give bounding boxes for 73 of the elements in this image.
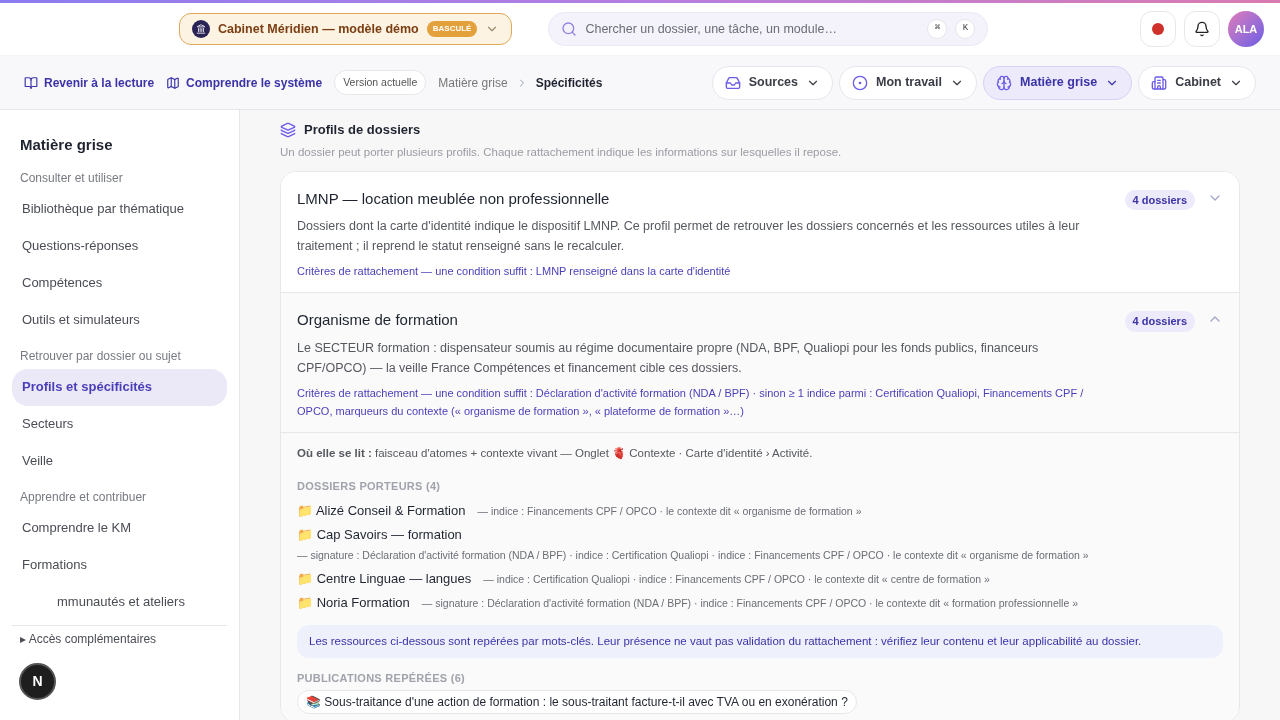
notice-banner: Les ressources ci-dessous sont repérées par mots-clés. Leur présence ne vaut pas validation du rattachement : vérifiez leur contenu et leur applicabilité au dossier. xyxy=(297,624,1223,658)
building-icon xyxy=(1151,74,1168,91)
publication-chip[interactable]: 📚 Sous-traitance d'une action de formation : le sous-traitant facture-t-il avec TVA ou en exonération ? xyxy=(297,690,857,715)
group-label: Consulter et utiliser xyxy=(19,169,124,187)
criteria-text: Critères de rattachement — une condition suffit : Déclaration d'activité formation (NDA / BPF) · sinon ≥ 1 indice parmi : Certification Qualiopi, Financements CPF / OPCO, marqueurs du contexte (« organisme de formation », « plateforme de formation »…) xyxy=(297,385,1085,419)
section-subtitle: Un dossier peut porter plusieurs profils. Chaque rattachement indique les informations sur lesquelles il repose. xyxy=(280,144,843,160)
menu-button[interactable]: Sources xyxy=(711,65,834,100)
map-icon xyxy=(166,75,181,90)
group-label: Apprendre et contribuer xyxy=(19,488,148,506)
sidebar-item[interactable]: Bibliothèque par thématique xyxy=(12,190,227,228)
dossier-detail: — signature : Déclaration d'activité formation (NDA / BPF) · indice : Financements CPF / OPCO · le contexte dit « formation professionnelle » xyxy=(421,595,1079,611)
sidebar-item[interactable]: ▸ Accès complémentaires xyxy=(12,629,227,648)
workspace-switcher[interactable]: Cabinet Méridien — modèle démo BASCULÉ xyxy=(179,13,513,45)
book-icon xyxy=(24,75,38,90)
sidebar-item[interactable]: Veille xyxy=(12,442,227,480)
search-input[interactable]: Chercher un dossier, une tâche, un module… xyxy=(585,19,920,39)
count-badge: 4 dossiers xyxy=(1124,311,1195,332)
sidebar-item[interactable]: Secteurs xyxy=(12,405,227,443)
layers-icon xyxy=(280,121,296,138)
profile-description: Dossiers dont la carte d'identité indique le dispositif LMNP. Ce profil permet de retrouver les dossiers concernés et les ressources utiles à leur traitement ; il reprend le statut renseigné sans le recalculer. xyxy=(297,218,1081,256)
dossier-name[interactable]: 📁 Cap Savoirs — formation xyxy=(297,524,462,545)
inbox-icon xyxy=(724,74,741,91)
breadcrumb-item[interactable]: Matière grise xyxy=(438,73,508,92)
section-label: DOSSIERS PORTEURS (4) xyxy=(297,479,442,494)
dossier-row[interactable]: 📁 Centre Linguae — langues — indice : Certification Qualiopi · indice : Financements CPF / OPCO · le contexte dit « centre de formation » xyxy=(297,568,1223,589)
dossier-name[interactable]: 📁 Noria Formation xyxy=(297,592,410,613)
sidebar-item[interactable]: Comprendre le KM xyxy=(12,509,227,547)
bell-icon xyxy=(1194,21,1210,37)
profile-card[interactable] xyxy=(281,171,1239,294)
profile-title: Organisme de formation xyxy=(297,310,459,331)
target-icon xyxy=(852,74,869,91)
count-badge: 4 dossiers xyxy=(1124,189,1195,211)
notifications-button[interactable] xyxy=(1184,11,1220,47)
user-avatar[interactable]: ALA xyxy=(1228,11,1264,47)
dossier-detail: — indice : Certification Qualiopi · indice : Financements CPF / OPCO · le contexte dit « centre de formation » xyxy=(483,571,990,587)
sidebar-item[interactable]: mmunautés et ateliers xyxy=(12,583,227,621)
sidebar-item[interactable]: Questions-réponses xyxy=(12,227,227,265)
menu-button[interactable]: Matière grise xyxy=(983,65,1133,100)
reading-text: Où elle se lit : faisceau d'atomes + contexte vivant — Onglet 🫀 Contexte · Carte d'identité › Activité. xyxy=(297,445,814,461)
group-label: Retrouver par dossier ou sujet xyxy=(19,347,182,365)
dossier-row[interactable]: 📁 Alizé Conseil & Formation — indice : Financements CPF / OPCO · le contexte dit « organisme de formation » xyxy=(297,500,1223,521)
search-icon xyxy=(561,21,578,37)
menu-button[interactable]: Mon travail xyxy=(839,65,978,100)
profile-description: Le SECTEUR formation : dispensateur soumis au régime documentaire propre (NDA, BPF, Qualiopi pour les fonds publics, financeurs CPF/OPCO) — la veille France Compétences et financement cible ces dossiers. xyxy=(297,339,1040,377)
shortcut-key: K xyxy=(955,19,976,39)
status-badge: BASCULÉ xyxy=(426,21,478,37)
dossier-name[interactable]: 📁 Centre Linguae — langues xyxy=(297,568,472,589)
workspace-name: Cabinet Méridien — modèle démo xyxy=(218,20,419,38)
sidebar-item[interactable]: Formations xyxy=(12,546,227,584)
section-title: Profils de dossiers xyxy=(304,121,421,139)
search-field[interactable]: Chercher un dossier, une tâche, un module… ⌘ K xyxy=(548,12,989,46)
breadcrumb-item: Spécificités xyxy=(535,74,603,92)
dossier-detail: — signature : Déclaration d'activité formation (NDA / BPF) · indice : Certification Qualiopi · indice : Financements CPF / OPCO · le contexte dit « organisme de formation » xyxy=(297,547,1089,563)
record-button[interactable] xyxy=(1140,11,1176,47)
sidebar-item[interactable]: Compétences xyxy=(12,264,227,302)
version-pill: Version actuelle xyxy=(334,69,427,96)
menu-button[interactable]: Cabinet xyxy=(1138,65,1256,100)
sidebar-title: Matière grise xyxy=(19,135,114,155)
sidebar-item[interactable]: Profils et spécificités xyxy=(12,368,227,406)
brain-icon xyxy=(996,74,1013,91)
nav-link[interactable]: Comprendre le système xyxy=(166,73,323,92)
dossier-detail: — indice : Financements CPF / OPCO · le contexte dit « organisme de formation » xyxy=(477,503,862,519)
shortcut-key: ⌘ xyxy=(927,19,948,39)
dossier-name[interactable]: 📁 Alizé Conseil & Formation xyxy=(297,500,466,521)
nav-link[interactable]: Revenir à la lecture xyxy=(24,73,155,92)
section-label: PUBLICATIONS REPÉRÉES (6) xyxy=(297,670,467,686)
bank-icon xyxy=(192,20,210,38)
criteria-text: Critères de rattachement — une condition suffit : LMNP renseigné dans la carte d'identité xyxy=(297,264,732,280)
profile-title: LMNP — location meublée non professionnelle xyxy=(297,188,611,209)
profile-card[interactable] xyxy=(281,293,1239,720)
sidebar-item[interactable]: Outils et simulateurs xyxy=(12,301,227,339)
dossier-row[interactable]: 📁 Cap Savoirs — formation — signature : Déclaration d'activité formation (NDA / BPF) · indice : Certification Qualiopi · indice : Financements CPF / OPCO · le contexte dit « organisme de formation » xyxy=(297,524,1223,565)
dossier-row[interactable]: 📁 Noria Formation — signature : Déclaration d'activité formation (NDA / BPF) · indice : Financements CPF / OPCO · le contexte dit « formation professionnelle » xyxy=(297,592,1223,613)
